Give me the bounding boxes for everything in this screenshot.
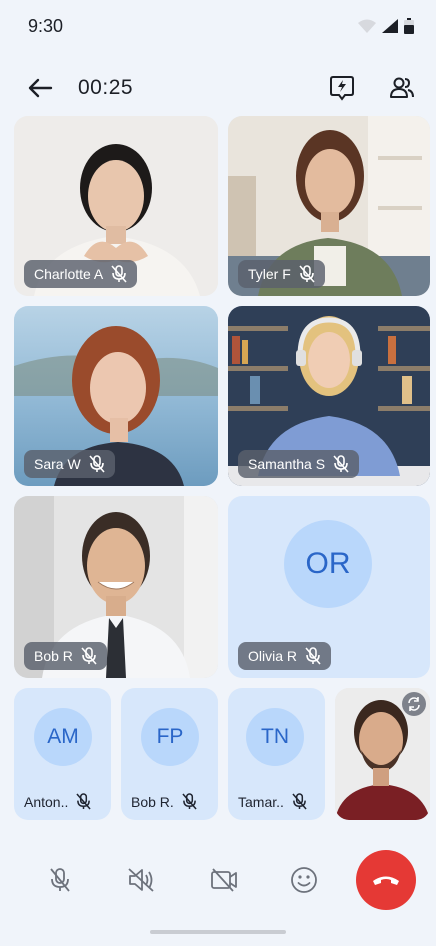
switch-camera-icon	[408, 697, 420, 711]
participant-tile-bob[interactable]: Bob R	[14, 496, 218, 678]
participant-tile-charlotte[interactable]: Charlotte A	[14, 116, 218, 296]
mic-off-icon	[76, 793, 92, 810]
participant-tile-samantha[interactable]: Samantha S	[228, 306, 430, 486]
flash-icon	[330, 76, 354, 101]
status-bar: 9:30	[0, 0, 436, 56]
status-time: 9:30	[28, 16, 64, 36]
participant-avatar: OR	[284, 520, 372, 608]
participant-label: Samantha S	[238, 450, 360, 478]
mic-off-icon	[305, 647, 321, 665]
switch-camera-button[interactable]	[402, 692, 426, 716]
mic-off-icon	[50, 868, 70, 892]
participant-label: Sara W	[24, 450, 115, 478]
end-call-button[interactable]	[356, 850, 416, 910]
mic-off-icon	[299, 265, 315, 283]
participant-tile-olivia[interactable]: OR Olivia R	[228, 496, 430, 678]
participant-label: Olivia R	[238, 642, 332, 670]
participant-label: Anton..	[24, 793, 92, 810]
participant-name: Samantha S	[248, 456, 326, 472]
phone-hangup-icon	[373, 876, 399, 885]
participant-name: Sara W	[34, 456, 81, 472]
mic-off-icon	[333, 455, 349, 473]
phone-screen: 9:30 00:25 Charlotte A Tyler F Sara W Sa…	[0, 0, 436, 946]
participant-name: Olivia R	[248, 648, 298, 664]
participant-label: Bob R	[24, 642, 107, 670]
mini-participant-tile-am[interactable]: AM Anton..	[14, 688, 111, 820]
participant-avatar: AM	[34, 708, 92, 766]
mini-participant-tile-tn[interactable]: TN Tamar..	[228, 688, 325, 820]
participant-name: Tamar..	[238, 793, 284, 810]
emoji-icon	[291, 867, 317, 893]
signal-icon	[382, 19, 398, 33]
flash-button[interactable]	[324, 70, 360, 106]
speaker-off-icon	[128, 868, 154, 892]
participants-button[interactable]	[384, 70, 420, 106]
self-view-tile[interactable]	[335, 688, 430, 820]
mini-participant-tile-fp[interactable]: FP Bob R.	[121, 688, 218, 820]
participant-name: Anton..	[24, 793, 69, 810]
participant-name: Bob R	[34, 648, 73, 664]
wifi-icon	[358, 19, 376, 33]
home-indicator[interactable]	[150, 930, 286, 934]
participant-avatar: TN	[246, 708, 304, 766]
arrow-left-icon	[28, 78, 53, 98]
video-off-icon	[211, 868, 237, 892]
participant-avatar: FP	[141, 708, 199, 766]
speaker-button[interactable]	[121, 860, 161, 900]
participant-label: Tamar..	[238, 793, 307, 810]
participant-label: Tyler F	[238, 260, 325, 288]
battery-icon	[404, 18, 414, 34]
participant-name: Charlotte A	[34, 266, 104, 282]
call-timer: 00:25	[78, 76, 134, 99]
participant-name: Tyler F	[248, 266, 291, 282]
call-header: 00:25	[0, 64, 436, 112]
participant-label: Charlotte A	[24, 260, 138, 288]
participant-tile-tyler[interactable]: Tyler F	[228, 116, 430, 296]
mute-mic-button[interactable]	[40, 860, 80, 900]
video-toggle-button[interactable]	[204, 860, 244, 900]
emoji-button[interactable]	[284, 860, 324, 900]
system-icons	[358, 18, 414, 34]
participant-tile-sara[interactable]: Sara W	[14, 306, 218, 486]
call-controls	[0, 840, 436, 920]
mic-off-icon	[111, 265, 127, 283]
participants-icon	[390, 77, 414, 98]
participant-label: Bob R.	[131, 793, 197, 810]
participant-name: Bob R.	[131, 793, 174, 810]
mic-off-icon	[292, 793, 307, 810]
mic-off-icon	[89, 455, 105, 473]
back-button[interactable]	[22, 72, 58, 104]
mic-off-icon	[182, 793, 197, 810]
mic-off-icon	[81, 647, 97, 665]
